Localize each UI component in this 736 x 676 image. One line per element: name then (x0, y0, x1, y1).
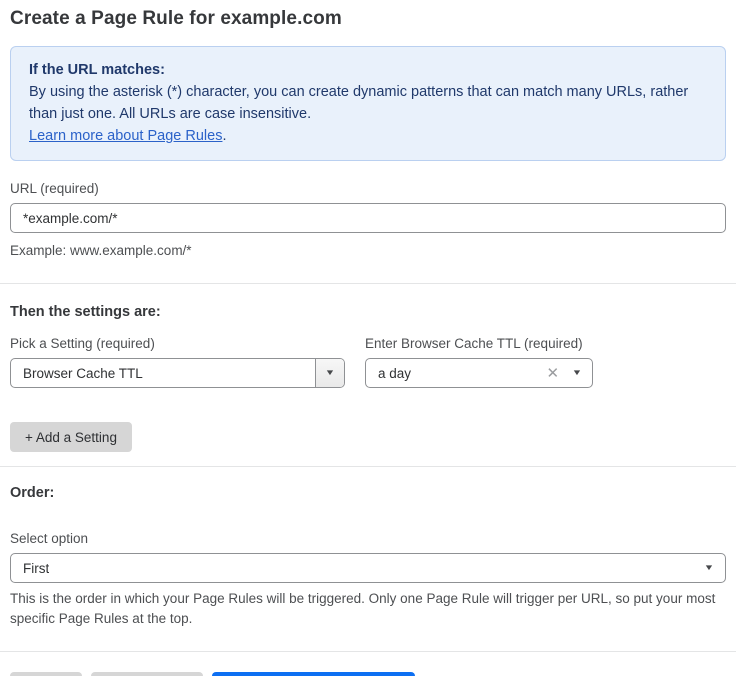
footer-buttons: Cancel Save as Draft Save and Deploy Pag… (10, 672, 726, 676)
link-suffix: . (222, 128, 226, 144)
url-match-info-box: If the URL matches: By using the asteris… (10, 46, 726, 161)
settings-row: Pick a Setting (required) Browser Cache … (10, 320, 726, 388)
chevron-down-icon: ▼ (325, 369, 336, 377)
info-box-body: By using the asterisk (*) character, you… (29, 81, 707, 125)
order-select-value: First (11, 561, 49, 576)
info-box-heading: If the URL matches: (29, 59, 707, 81)
setting-picker-column: Pick a Setting (required) Browser Cache … (10, 320, 345, 388)
ttl-picker-select[interactable]: a day ✕ ▼ (365, 358, 593, 388)
ttl-picker-label: Enter Browser Cache TTL (required) (365, 336, 593, 351)
page-rule-form: Create a Page Rule for example.com If th… (0, 0, 736, 676)
ttl-picker-column: Enter Browser Cache TTL (required) a day… (365, 320, 593, 388)
save-and-deploy-button[interactable]: Save and Deploy Page Rule (212, 672, 416, 676)
order-select[interactable]: First ▼ (10, 553, 726, 583)
url-example-helper: Example: www.example.com/* (10, 241, 726, 261)
info-box-link-row: Learn more about Page Rules. (29, 125, 707, 147)
setting-picker-label: Pick a Setting (required) (10, 336, 345, 351)
learn-more-link[interactable]: Learn more about Page Rules (29, 128, 222, 144)
ttl-picker-icons: ✕ ▼ (547, 366, 593, 381)
divider (0, 651, 736, 652)
ttl-picker-value: a day (366, 366, 411, 381)
cancel-button[interactable]: Cancel (10, 672, 82, 676)
setting-picker-arrow-button[interactable]: ▼ (315, 359, 344, 387)
order-select-label: Select option (10, 531, 726, 546)
setting-picker-value: Browser Cache TTL (11, 366, 143, 381)
order-helper-text: This is the order in which your Page Rul… (10, 589, 726, 629)
order-section-heading: Order: (10, 485, 726, 501)
setting-picker-select[interactable]: Browser Cache TTL ▼ (10, 358, 345, 388)
save-as-draft-button[interactable]: Save as Draft (91, 672, 203, 676)
divider (0, 466, 736, 467)
divider (0, 283, 736, 284)
page-title: Create a Page Rule for example.com (10, 8, 726, 30)
url-input[interactable] (10, 203, 726, 233)
order-select-icons: ▼ (705, 564, 725, 572)
add-setting-button[interactable]: + Add a Setting (10, 422, 132, 452)
settings-section-heading: Then the settings are: (10, 304, 726, 320)
chevron-down-icon: ▼ (704, 564, 715, 572)
url-field-label: URL (required) (10, 181, 726, 196)
clear-icon[interactable]: ✕ (547, 366, 560, 381)
chevron-down-icon: ▼ (572, 369, 583, 377)
